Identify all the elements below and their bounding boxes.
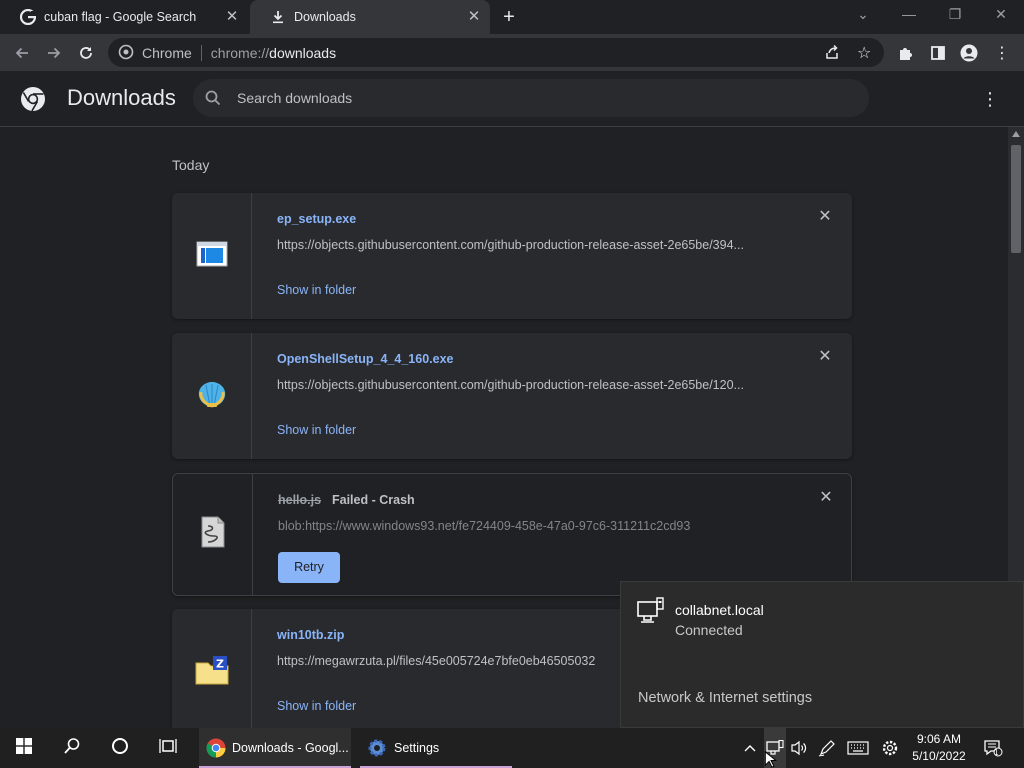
script-file-icon xyxy=(200,516,226,553)
file-icon-column xyxy=(172,333,252,459)
remove-item-icon[interactable]: ✕ xyxy=(817,349,833,365)
back-button[interactable] xyxy=(11,42,33,64)
taskbar-app-label: Downloads - Googl... xyxy=(232,741,349,755)
more-actions-icon[interactable]: ⋮ xyxy=(980,87,1000,111)
pen-workspace-icon[interactable] xyxy=(816,728,838,768)
tab-downloads[interactable]: Downloads ✕ xyxy=(250,0,490,34)
file-icon-column: Z xyxy=(172,609,252,728)
scroll-up-arrow-icon[interactable] xyxy=(1012,131,1020,137)
omnibox-separator xyxy=(200,44,202,61)
extensions-puzzle-icon[interactable] xyxy=(895,42,917,64)
show-in-folder-link[interactable]: Show in folder xyxy=(277,423,356,437)
address-bar[interactable]: Chrome chrome://downloads ☆ xyxy=(108,38,884,67)
volume-speaker-icon[interactable] xyxy=(789,728,809,768)
task-view-icon xyxy=(159,737,177,760)
zip-folder-icon: Z xyxy=(195,655,229,690)
file-icon-column xyxy=(172,193,252,319)
restore-button[interactable]: ❐ xyxy=(932,0,978,30)
system-clock[interactable]: 9:06 AM 5/10/2022 xyxy=(908,731,970,765)
site-label: Chrome xyxy=(142,44,192,61)
google-icon xyxy=(20,9,36,25)
svg-text:Z: Z xyxy=(216,657,224,670)
scroll-thumb[interactable] xyxy=(1011,145,1021,253)
forward-button[interactable] xyxy=(43,42,65,64)
shell-icon xyxy=(196,380,228,413)
tab-search-button[interactable]: ⌄ xyxy=(840,0,886,30)
clock-date: 5/10/2022 xyxy=(912,749,966,763)
cortana-button[interactable] xyxy=(96,728,144,768)
tab-title: Downloads xyxy=(294,10,356,24)
chrome-logo-icon xyxy=(20,86,46,112)
exe-window-icon xyxy=(196,241,228,272)
file-name-link[interactable]: win10tb.zip xyxy=(277,628,344,642)
network-status: Connected xyxy=(675,622,743,638)
file-url[interactable]: https://objects.githubusercontent.com/gi… xyxy=(277,238,777,252)
remove-item-icon[interactable]: ✕ xyxy=(817,209,833,225)
browser-menu-icon[interactable]: ⋮ xyxy=(991,42,1013,64)
file-name-link[interactable]: OpenShellSetup_4_4_160.exe xyxy=(277,352,453,366)
remove-item-icon[interactable]: ✕ xyxy=(818,490,834,506)
close-tab-icon[interactable]: ✕ xyxy=(466,9,482,25)
taskbar-app-settings[interactable]: Settings xyxy=(360,728,512,768)
show-hidden-icons-chevron-icon[interactable] xyxy=(740,728,760,768)
taskbar-app-chrome[interactable]: Downloads - Googl... xyxy=(199,728,351,768)
search-input[interactable] xyxy=(237,90,797,106)
settings-tray-gear-icon[interactable] xyxy=(879,728,901,768)
bookmark-star-icon[interactable]: ☆ xyxy=(857,43,871,63)
downloads-header: Downloads ⋮ xyxy=(0,71,1024,127)
search-taskbar-button[interactable] xyxy=(48,728,96,768)
notification-count-badge: 1 xyxy=(994,748,999,757)
search-downloads-box[interactable] xyxy=(193,79,869,117)
retry-button[interactable]: Retry xyxy=(278,552,340,583)
task-view-button[interactable] xyxy=(144,728,192,768)
new-tab-button[interactable]: + xyxy=(498,7,520,29)
search-icon xyxy=(204,89,222,107)
browser-toolbar: Chrome chrome://downloads ☆ ⋮ xyxy=(0,34,1024,71)
show-in-folder-link[interactable]: Show in folder xyxy=(277,699,356,713)
network-flyout: collabnet.local Connected Network & Inte… xyxy=(620,581,1024,728)
network-settings-link[interactable]: Network & Internet settings xyxy=(638,690,812,706)
network-name[interactable]: collabnet.local xyxy=(675,602,764,618)
clock-time: 9:06 AM xyxy=(916,732,962,746)
file-url: blob:https://www.windows93.net/fe724409-… xyxy=(278,519,691,533)
cortana-circle-icon xyxy=(111,737,129,760)
download-icon xyxy=(270,9,286,25)
url-scheme: chrome:// xyxy=(210,44,270,61)
url-host: downloads xyxy=(269,44,337,61)
download-item: OpenShellSetup_4_4_160.exe https://objec… xyxy=(172,333,852,459)
close-tab-icon[interactable]: ✕ xyxy=(224,9,240,25)
side-panel-icon[interactable] xyxy=(927,42,949,64)
profile-avatar-icon[interactable] xyxy=(958,42,980,64)
chrome-icon xyxy=(206,738,226,758)
search-icon xyxy=(63,737,81,760)
reload-button[interactable] xyxy=(75,42,97,64)
minimize-button[interactable]: — xyxy=(886,0,932,30)
file-name-link[interactable]: ep_setup.exe xyxy=(277,212,356,226)
date-section-label: Today xyxy=(172,157,210,173)
start-button[interactable] xyxy=(0,728,48,768)
file-name: hello.js xyxy=(278,493,322,507)
chrome-site-icon xyxy=(118,44,134,63)
tab-title: cuban flag - Google Search xyxy=(44,10,197,24)
page-title: Downloads xyxy=(67,85,176,110)
close-window-button[interactable]: ✕ xyxy=(978,0,1024,30)
action-center-button[interactable]: 1 xyxy=(980,728,1006,768)
windows-taskbar: Downloads - Googl... Settings 9:06 AM 5/… xyxy=(0,728,1024,768)
tab-google-search[interactable]: cuban flag - Google Search ✕ xyxy=(0,0,248,34)
wired-network-icon xyxy=(636,597,666,627)
tab-strip: cuban flag - Google Search ✕ Downloads ✕… xyxy=(0,0,1024,34)
touch-keyboard-icon[interactable] xyxy=(845,728,871,768)
download-item-failed: hello.js Failed - Crash blob:https://www… xyxy=(172,473,852,596)
windows-logo-icon xyxy=(16,737,32,759)
settings-gear-icon xyxy=(367,738,387,758)
mouse-cursor-icon xyxy=(764,751,778,768)
download-item: ep_setup.exe https://objects.githubuserc… xyxy=(172,193,852,319)
download-status: Failed - Crash xyxy=(332,493,415,507)
share-icon[interactable] xyxy=(824,44,840,63)
show-in-folder-link[interactable]: Show in folder xyxy=(277,283,356,297)
taskbar-app-label: Settings xyxy=(394,741,440,755)
file-url[interactable]: https://objects.githubusercontent.com/gi… xyxy=(277,378,777,392)
file-icon-column xyxy=(173,474,253,595)
